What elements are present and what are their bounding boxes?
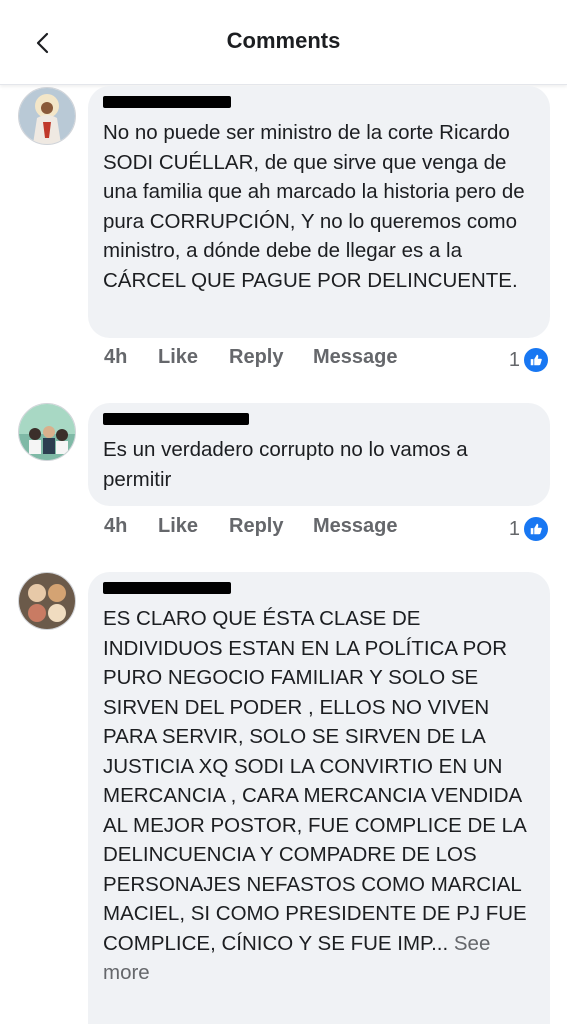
author-name-redacted [103, 96, 231, 108]
avatar-image [19, 404, 75, 460]
avatar-image [19, 573, 75, 629]
avatar-image [19, 88, 75, 144]
comment-bubble[interactable]: ES CLARO QUE ÉSTA CLASE DE INDIVIDUOS ES… [88, 572, 550, 1024]
comment-time: 4h [104, 346, 128, 368]
avatar[interactable] [18, 403, 76, 461]
comment-body: ES CLARO QUE ÉSTA CLASE DE INDIVIDUOS ES… [103, 607, 527, 955]
comment-text: ES CLARO QUE ÉSTA CLASE DE INDIVIDUOS ES… [103, 604, 536, 988]
reply-button[interactable]: Reply [229, 515, 283, 538]
thumbs-up-icon [522, 515, 550, 543]
page-title: Comments [226, 28, 341, 53]
avatar[interactable] [18, 572, 76, 630]
thumbs-up-icon [522, 346, 550, 374]
reaction-summary[interactable]: 1 [509, 515, 550, 543]
comment-actions: 4h Like Reply Message 1 [104, 515, 550, 545]
comment-text: Es un verdadero corrupto no lo vamos a p… [103, 438, 468, 491]
author-name-redacted [103, 582, 231, 594]
author-name-redacted [103, 413, 249, 425]
message-button[interactable]: Message [313, 515, 398, 538]
top-bar: Comments [0, 0, 567, 85]
comment-actions: 4h Like Reply Message 1 [104, 346, 550, 376]
like-button[interactable]: Like [158, 515, 198, 538]
reaction-count: 1 [508, 348, 520, 371]
like-button[interactable]: Like [158, 346, 198, 369]
reaction-count: 1 [508, 517, 520, 540]
comment-bubble[interactable]: No no puede ser ministro de la corte Ric… [88, 86, 550, 338]
comment-time: 4h [104, 515, 128, 537]
comment-text: No no puede ser ministro de la corte Ric… [103, 121, 525, 292]
reply-button[interactable]: Reply [229, 346, 283, 369]
reaction-summary[interactable]: 1 [509, 346, 550, 374]
message-button[interactable]: Message [313, 346, 398, 369]
avatar[interactable] [18, 87, 76, 145]
comment-bubble[interactable]: Es un verdadero corrupto no lo vamos a p… [88, 403, 550, 506]
